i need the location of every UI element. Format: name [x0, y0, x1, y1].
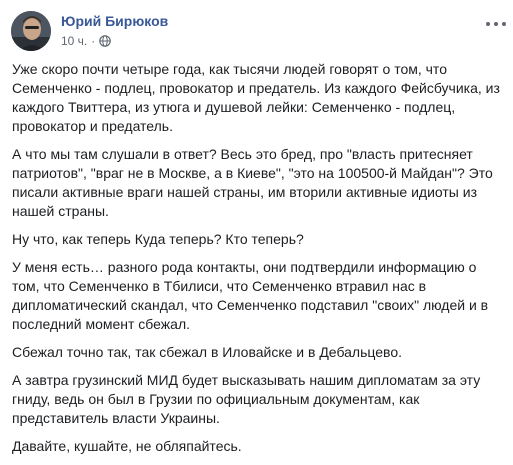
- post-timestamp[interactable]: 10 ч.: [61, 34, 87, 48]
- post-paragraph: А завтра грузинский МИД будет высказыват…: [12, 372, 481, 426]
- avatar[interactable]: [11, 11, 51, 51]
- post-paragraph: Давайте, кушайте, не обляпайтесь.: [12, 438, 242, 454]
- post-paragraph: А что мы там слушали в ответ? Весь это б…: [12, 146, 493, 219]
- author-name[interactable]: Юрий Бирюков: [61, 13, 168, 29]
- post-meta: 10 ч. ·: [61, 34, 112, 48]
- post-paragraph: У меня есть… разного рода контакты, они …: [12, 259, 489, 332]
- post-header: Юрий Бирюков 10 ч. ·: [11, 11, 506, 55]
- post-body: Уже скоро почти четыре года, как тысячи …: [12, 60, 502, 465]
- meta-separator: ·: [91, 34, 96, 48]
- facebook-post: Юрий Бирюков 10 ч. · Уже скоро почти чет…: [0, 0, 513, 454]
- post-paragraph: Ну что, как теперь Куда теперь? Кто тепе…: [12, 231, 304, 247]
- globe-icon[interactable]: [99, 35, 112, 47]
- post-paragraph: Сбежал точно так, так сбежал в Иловайске…: [12, 344, 402, 360]
- post-paragraph: Уже скоро почти четыре года, как тысячи …: [12, 61, 500, 134]
- more-options-icon[interactable]: [486, 17, 506, 31]
- avatar-image: [11, 11, 51, 51]
